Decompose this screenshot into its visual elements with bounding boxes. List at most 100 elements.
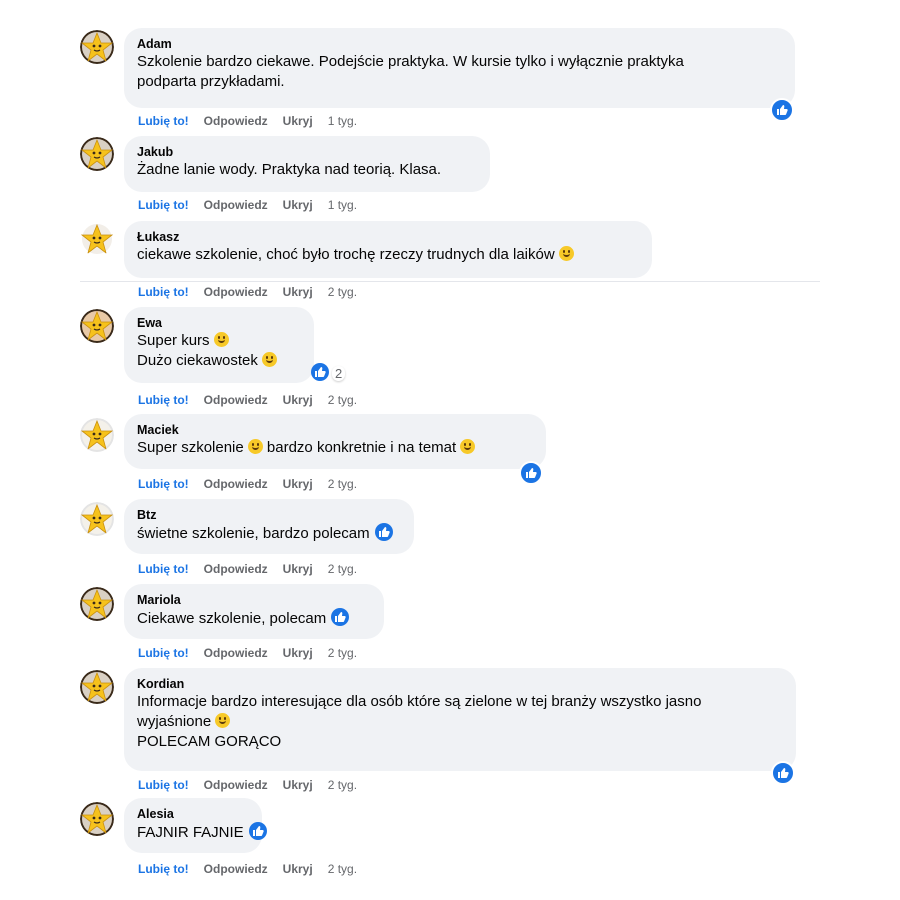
reply-link[interactable]: Odpowiedz [204,646,268,660]
comment-timestamp[interactable]: 2 tyg. [328,862,357,876]
avatar[interactable] [80,418,114,452]
comment-bubble: Kordian Informacje bardzo interesujące d… [124,668,796,771]
winking-face-emoji-icon [558,246,574,261]
avatar[interactable] [80,502,114,536]
like-link[interactable]: Lubię to! [138,285,189,299]
comment-timestamp[interactable]: 2 tyg. [328,646,357,660]
like-link[interactable]: Lubię to! [138,646,189,660]
comment-bubble: Btz świetne szkolenie, bardzo polecam [124,499,414,554]
comment-author[interactable]: Adam [137,37,781,52]
smiling-face-emoji-icon [215,713,231,728]
like-reaction-icon[interactable] [374,523,393,541]
comment-timestamp[interactable]: 2 tyg. [328,477,357,491]
smiling-face-emoji-icon [247,439,263,454]
reply-link[interactable]: Odpowiedz [204,393,268,407]
comment-actions: Lubię to! Odpowiedz Ukryj 1 tyg. [138,114,357,128]
comment-timestamp[interactable]: 1 tyg. [328,114,357,128]
comment-actions: Lubię to! Odpowiedz Ukryj 2 tyg. [138,646,357,660]
hide-link[interactable]: Ukryj [283,562,313,576]
hide-link[interactable]: Ukryj [283,778,313,792]
comment-author[interactable]: Alesia [137,807,248,822]
like-reaction-icon[interactable] [770,98,794,122]
comment-bubble: Alesia FAJNIR FAJNIE [124,798,267,853]
comment-text-line: Ciekawe szkolenie, polecam [137,608,370,629]
star-avatar-icon [80,802,114,836]
smiling-face-emoji-icon [213,332,229,347]
comment-text: podparta przykładami. [137,73,285,90]
like-link[interactable]: Lubię to! [138,198,189,212]
comment-text: POLECAM GORĄCO [137,733,282,750]
star-avatar-icon [80,670,114,704]
like-link[interactable]: Lubię to! [138,477,189,491]
avatar[interactable] [80,587,114,621]
avatar[interactable] [80,137,114,171]
reply-link[interactable]: Odpowiedz [204,198,268,212]
avatar[interactable] [80,802,114,836]
comment-text: Super kurs [137,332,210,349]
comment-actions: Lubię to! Odpowiedz Ukryj 1 tyg. [138,198,357,212]
reply-link[interactable]: Odpowiedz [204,778,268,792]
comment-timestamp[interactable]: 2 tyg. [328,778,357,792]
smiling-face-emoji-icon [460,439,476,454]
comment-text: ciekawe szkolenie, choć było trochę rzec… [137,246,555,263]
comment-actions: Lubię to! Odpowiedz Ukryj 2 tyg. [138,778,357,792]
like-reaction-icon[interactable] [519,461,543,485]
comment-actions: Lubię to! Odpowiedz Ukryj 2 tyg. [138,393,357,407]
comment-bubble: Adam Szkolenie bardzo ciekawe. Podejście… [124,28,795,108]
hide-link[interactable]: Ukryj [283,198,313,212]
hide-link[interactable]: Ukryj [283,393,313,407]
like-reaction-icon [311,363,329,381]
comment-timestamp[interactable]: 1 tyg. [328,198,357,212]
comment-author[interactable]: Maciek [137,423,532,438]
reply-link[interactable]: Odpowiedz [204,862,268,876]
comment-text-line: FAJNIR FAJNIE [137,822,267,843]
like-link[interactable]: Lubię to! [138,562,189,576]
comment-text: wyjaśnione [137,713,212,730]
reaction-summary[interactable]: 2 [306,363,346,383]
comment-author[interactable]: Ewa [137,316,300,331]
comment-text: Żadne lanie wody. Praktyka nad teorią. K… [137,161,442,178]
avatar[interactable] [80,309,114,343]
star-avatar-icon [80,222,114,256]
like-link[interactable]: Lubię to! [138,393,189,407]
reply-link[interactable]: Odpowiedz [204,285,268,299]
comment-timestamp[interactable]: 2 tyg. [328,285,357,299]
comment-text: świetne szkolenie, bardzo polecam [137,525,370,542]
comment-author[interactable]: Mariola [137,593,370,608]
comment-bubble: Jakub Żadne lanie wody. Praktyka nad teo… [124,136,490,192]
hide-link[interactable]: Ukryj [283,114,313,128]
comment-text: FAJNIR FAJNIE [137,824,244,841]
hide-link[interactable]: Ukryj [283,477,313,491]
reply-link[interactable]: Odpowiedz [204,477,268,491]
comment-text: Szkolenie bardzo ciekawe. Podejście prak… [137,53,684,70]
star-avatar-icon [80,587,114,621]
like-reaction-icon[interactable] [248,822,267,840]
like-reaction-icon[interactable] [771,761,795,785]
avatar[interactable] [80,30,114,64]
comment-bubble: Mariola Ciekawe szkolenie, polecam [124,584,384,639]
hide-link[interactable]: Ukryj [283,285,313,299]
like-link[interactable]: Lubię to! [138,114,189,128]
reply-link[interactable]: Odpowiedz [204,114,268,128]
comment-author[interactable]: Łukasz [137,230,638,245]
hide-link[interactable]: Ukryj [283,646,313,660]
comment-actions: Lubię to! Odpowiedz Ukryj 2 tyg. [138,477,357,491]
comment-bubble: Maciek Super szkolenie bardzo konkretnie… [124,414,546,469]
avatar[interactable] [80,222,114,256]
like-reaction-icon[interactable] [331,608,350,626]
comment-text: Super szkolenie [137,439,244,456]
comment-author[interactable]: Jakub [137,145,476,160]
comment-actions: Lubię to! Odpowiedz Ukryj 2 tyg. [138,285,357,299]
smiling-face-emoji-icon [261,352,277,367]
star-avatar-icon [80,502,114,536]
reply-link[interactable]: Odpowiedz [204,562,268,576]
comment-text-line: Dużo ciekawostek [137,351,300,371]
comment-author[interactable]: Kordian [137,677,782,692]
comment-timestamp[interactable]: 2 tyg. [328,562,357,576]
hide-link[interactable]: Ukryj [283,862,313,876]
comment-author[interactable]: Btz [137,508,400,523]
comment-timestamp[interactable]: 2 tyg. [328,393,357,407]
like-link[interactable]: Lubię to! [138,862,189,876]
like-link[interactable]: Lubię to! [138,778,189,792]
avatar[interactable] [80,670,114,704]
